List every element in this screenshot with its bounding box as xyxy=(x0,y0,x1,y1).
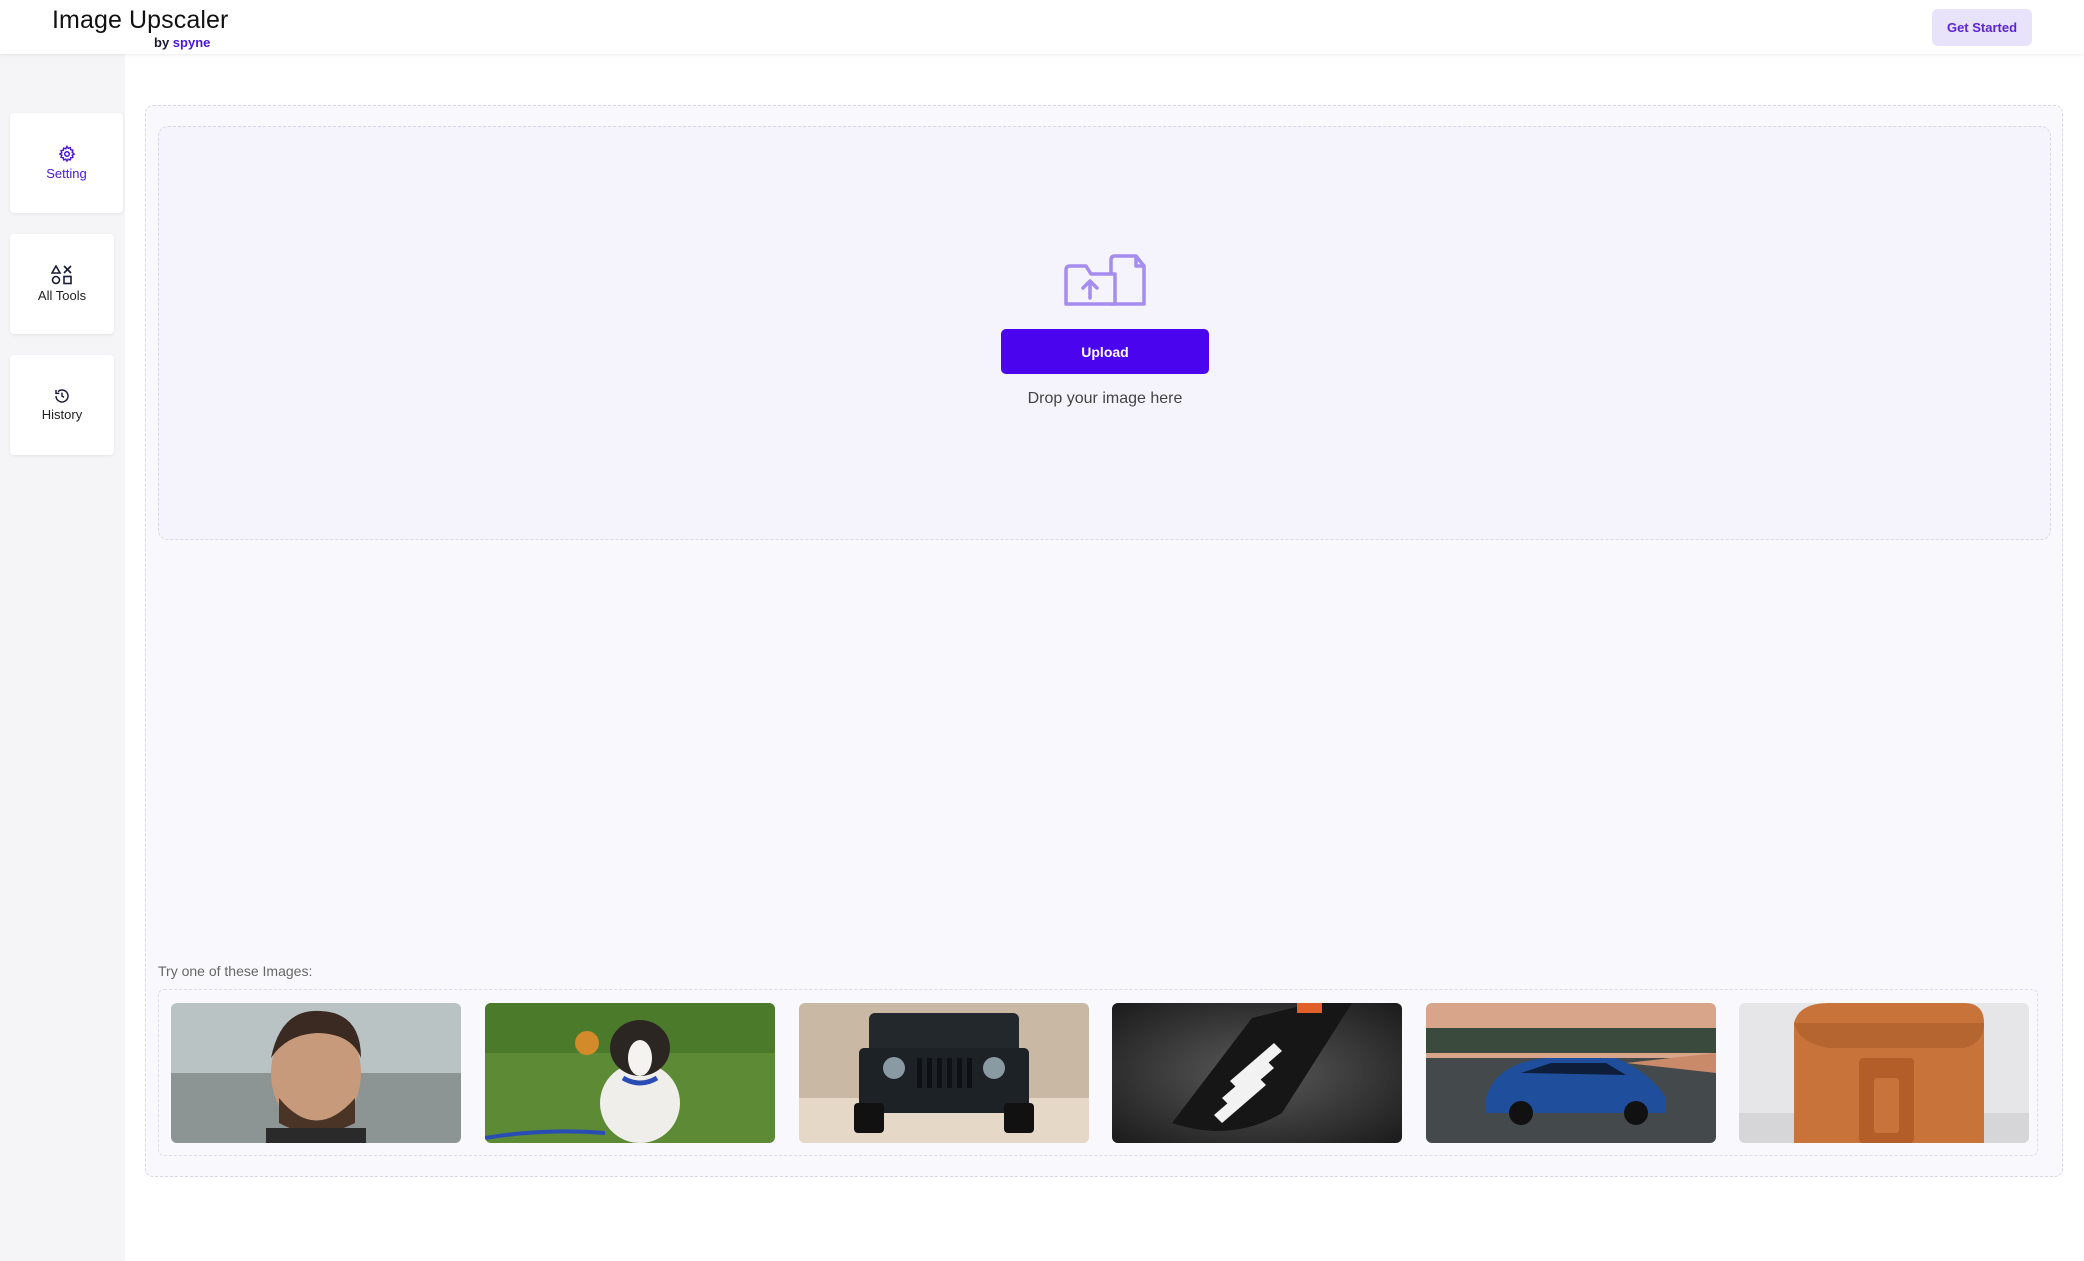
byline-brand: spyne xyxy=(172,35,211,50)
sidebar-item-label: Setting xyxy=(46,166,87,181)
upload-folder-icon xyxy=(1063,252,1147,313)
sidebar-item-setting[interactable]: Setting xyxy=(10,113,123,213)
upload-button[interactable]: Upload xyxy=(1001,329,1209,374)
drop-hint-text: Drop your image here xyxy=(1027,390,1183,407)
sidebar-item-label: History xyxy=(41,407,83,422)
brand-logo[interactable]: Image Upscaler by spyne xyxy=(52,6,229,50)
sample-image-puppy[interactable] xyxy=(485,1003,775,1143)
sample-image-jeep[interactable] xyxy=(799,1003,1089,1143)
history-icon xyxy=(55,389,69,403)
sidebar-item-label: All Tools xyxy=(37,288,87,303)
sample-image-sneaker[interactable] xyxy=(1112,1003,1402,1143)
sidebar: Setting All Tools History xyxy=(0,54,125,1261)
byline-prefix: by xyxy=(154,35,170,50)
samples-label: Try one of these Images: xyxy=(158,963,313,979)
sample-image-bag[interactable] xyxy=(1739,1003,2029,1143)
gear-icon xyxy=(58,145,75,163)
sidebar-item-all-tools[interactable]: All Tools xyxy=(10,234,114,334)
sample-image-car[interactable] xyxy=(1426,1003,1716,1143)
brand-byline: by spyne xyxy=(154,35,210,50)
app-title: Image Upscaler xyxy=(52,6,229,34)
get-started-button[interactable]: Get Started xyxy=(1932,9,2032,46)
top-header: Image Upscaler by spyne Get Started xyxy=(0,0,2084,54)
sidebar-item-history[interactable]: History xyxy=(10,355,114,455)
sample-image-man[interactable] xyxy=(171,1003,461,1143)
shapes-icon xyxy=(51,265,72,285)
